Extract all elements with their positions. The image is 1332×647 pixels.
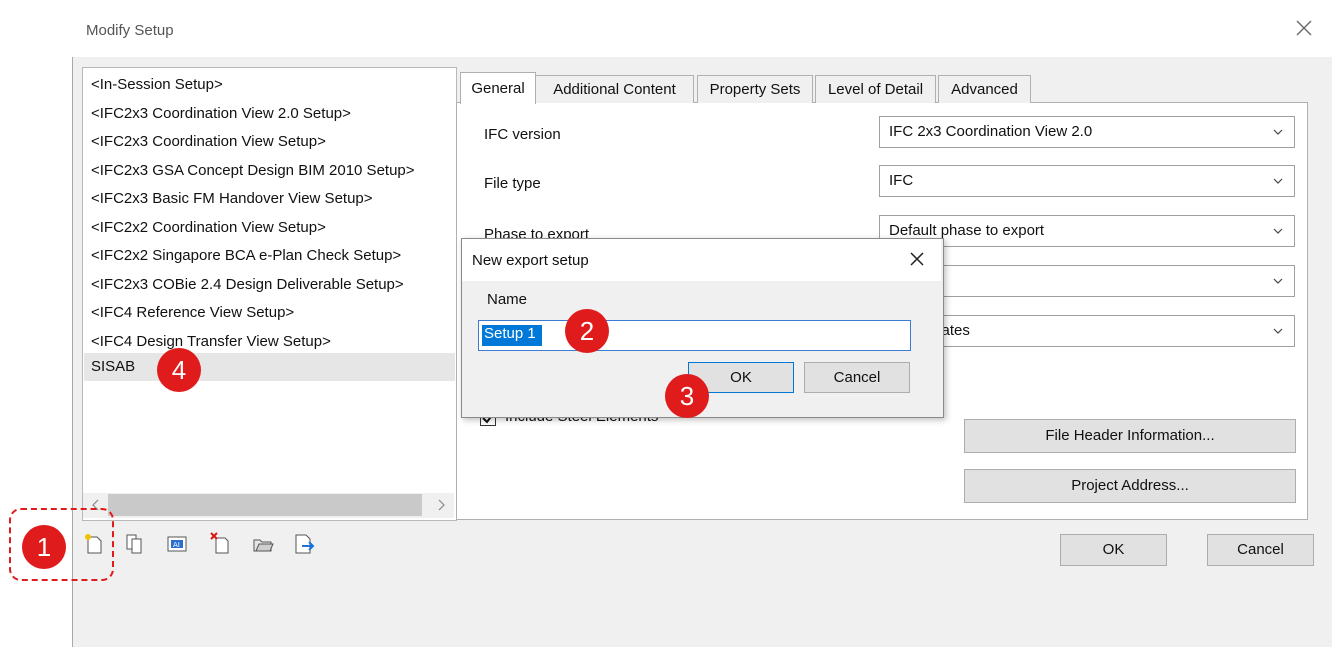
ok-button[interactable]: OK bbox=[1060, 534, 1167, 566]
name-input[interactable] bbox=[478, 320, 911, 351]
list-item[interactable]: <IFC2x3 Coordination View Setup> bbox=[91, 129, 326, 155]
list-item[interactable]: <IFC2x2 Coordination View Setup> bbox=[91, 215, 326, 241]
list-item[interactable]: <In-Session Setup> bbox=[91, 72, 223, 98]
cancel-button[interactable]: Cancel bbox=[1207, 534, 1314, 566]
ifc-version-value: IFC 2x3 Coordination View 2.0 bbox=[889, 123, 1093, 140]
popup-cancel-button[interactable]: Cancel bbox=[804, 362, 910, 393]
list-item[interactable]: <IFC2x3 Basic FM Handover View Setup> bbox=[91, 186, 373, 212]
ifc-version-select[interactable]: IFC 2x3 Coordination View 2.0 bbox=[879, 116, 1295, 148]
name-value: Setup 1 bbox=[484, 325, 536, 342]
svg-text:AI: AI bbox=[173, 541, 180, 549]
tab-advanced[interactable]: Advanced bbox=[938, 75, 1031, 103]
chevron-down-icon bbox=[1273, 178, 1283, 184]
file-type-label: File type bbox=[484, 175, 541, 192]
list-item-sisab[interactable]: SISAB bbox=[91, 354, 135, 380]
dialog-title: Modify Setup bbox=[86, 22, 174, 39]
project-address-button[interactable]: Project Address... bbox=[964, 469, 1296, 503]
list-item[interactable]: <IFC2x2 Singapore BCA e-Plan Check Setup… bbox=[91, 243, 401, 269]
list-item[interactable]: <IFC4 Design Transfer View Setup> bbox=[91, 329, 331, 355]
list-item-selected-bg bbox=[84, 353, 455, 381]
chevron-down-icon bbox=[1273, 129, 1283, 135]
popup-close-icon[interactable] bbox=[906, 248, 928, 270]
name-label: Name bbox=[487, 291, 528, 308]
file-header-button[interactable]: File Header Information... bbox=[964, 419, 1296, 453]
file-type-select[interactable]: IFC bbox=[879, 165, 1295, 197]
list-item[interactable]: <IFC4 Reference View Setup> bbox=[91, 300, 294, 326]
tab-property-sets[interactable]: Property Sets bbox=[697, 75, 813, 103]
tab-additional-content[interactable]: Additional Content bbox=[535, 75, 694, 103]
import-setup-icon[interactable] bbox=[252, 532, 274, 556]
close-icon[interactable] bbox=[1290, 14, 1318, 42]
setup-list[interactable]: <In-Session Setup> <IFC2x3 Coordination … bbox=[82, 67, 457, 521]
export-setup-icon[interactable] bbox=[293, 532, 315, 556]
chevron-down-icon bbox=[1273, 278, 1283, 284]
callout-badge-1: 1 bbox=[22, 525, 66, 569]
file-type-value: IFC bbox=[889, 172, 914, 189]
tab-level-of-detail[interactable]: Level of Detail bbox=[815, 75, 936, 103]
tab-general[interactable]: General bbox=[460, 72, 536, 104]
list-item[interactable]: <IFC2x3 GSA Concept Design BIM 2010 Setu… bbox=[91, 158, 415, 184]
delete-setup-icon[interactable] bbox=[210, 532, 232, 556]
ifc-version-label: IFC version bbox=[484, 126, 561, 143]
scroll-right-icon[interactable] bbox=[433, 497, 449, 513]
list-item[interactable]: <IFC2x3 COBie 2.4 Design Deliverable Set… bbox=[91, 272, 404, 298]
duplicate-setup-icon[interactable] bbox=[124, 532, 146, 556]
callout-badge-2: 2 bbox=[565, 309, 609, 353]
list-item[interactable]: <IFC2x3 Coordination View 2.0 Setup> bbox=[91, 101, 351, 127]
chevron-down-icon bbox=[1273, 228, 1283, 234]
callout-badge-3: 3 bbox=[665, 374, 709, 418]
title-bar bbox=[72, 5, 1332, 57]
chevron-down-icon bbox=[1273, 328, 1283, 334]
callout-badge-4: 4 bbox=[157, 348, 201, 392]
popup-title: New export setup bbox=[472, 252, 589, 269]
phase-value: Default phase to export bbox=[889, 222, 1045, 239]
scrollbar-thumb[interactable] bbox=[108, 494, 422, 516]
rename-setup-icon[interactable]: AI bbox=[166, 532, 188, 556]
